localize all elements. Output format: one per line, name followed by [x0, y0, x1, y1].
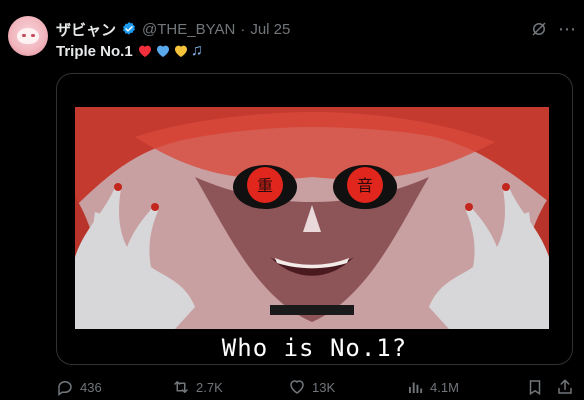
- retweet-count: 2.7K: [196, 379, 223, 395]
- image-caption: Who is No.1?: [221, 334, 408, 362]
- views-icon: [409, 382, 423, 393]
- views-count: 4.1M: [430, 379, 459, 395]
- more-icon[interactable]: ⋯: [558, 20, 576, 38]
- reply-icon: [58, 380, 72, 396]
- author-handle[interactable]: @THE_BYAN: [142, 21, 235, 38]
- separator-dot: ·: [240, 20, 246, 38]
- retweet-icon: [174, 381, 188, 393]
- emoji-row: ♫: [137, 42, 203, 60]
- tweet-text: Triple No.1 ♫: [56, 40, 203, 62]
- tweet-header: ザビャン @THE_BYAN · Jul 25: [56, 18, 290, 40]
- avatar-eye-right: [31, 34, 35, 37]
- tweet-text-content: Triple No.1: [56, 42, 133, 60]
- red-heart-icon: [138, 45, 151, 57]
- avatar-face: [17, 28, 39, 44]
- yellow-heart-icon: [174, 45, 187, 57]
- share-button[interactable]: [556, 378, 574, 396]
- media-container[interactable]: 重 音 Who is No.1?: [56, 73, 573, 365]
- grok-icon[interactable]: [530, 20, 548, 38]
- like-icon: [290, 380, 304, 394]
- share-icon: [558, 379, 572, 394]
- reply-button[interactable]: 436: [56, 378, 102, 396]
- avatar-eye-left: [22, 34, 26, 37]
- views-button[interactable]: 4.1M: [406, 378, 459, 396]
- retweet-button[interactable]: 2.7K: [172, 378, 223, 396]
- reply-count: 436: [80, 379, 102, 395]
- like-count: 13K: [312, 379, 336, 395]
- svg-text:重: 重: [257, 176, 273, 195]
- blue-heart-icon: [156, 45, 169, 57]
- bookmark-button[interactable]: [526, 378, 544, 396]
- author-name[interactable]: ザビャン: [56, 19, 116, 40]
- verified-badge-icon: [123, 22, 135, 35]
- like-button[interactable]: 13K: [288, 378, 335, 396]
- avatar[interactable]: [8, 16, 48, 56]
- tweet-date[interactable]: Jul 25: [250, 21, 290, 38]
- artwork-image: 重 音: [75, 107, 549, 329]
- tweet-actions: 436 2.7K 13K 4.1M: [56, 376, 572, 398]
- svg-text:音: 音: [357, 176, 373, 195]
- bookmark-icon: [529, 380, 541, 396]
- music-notes-icon: ♫: [190, 42, 203, 59]
